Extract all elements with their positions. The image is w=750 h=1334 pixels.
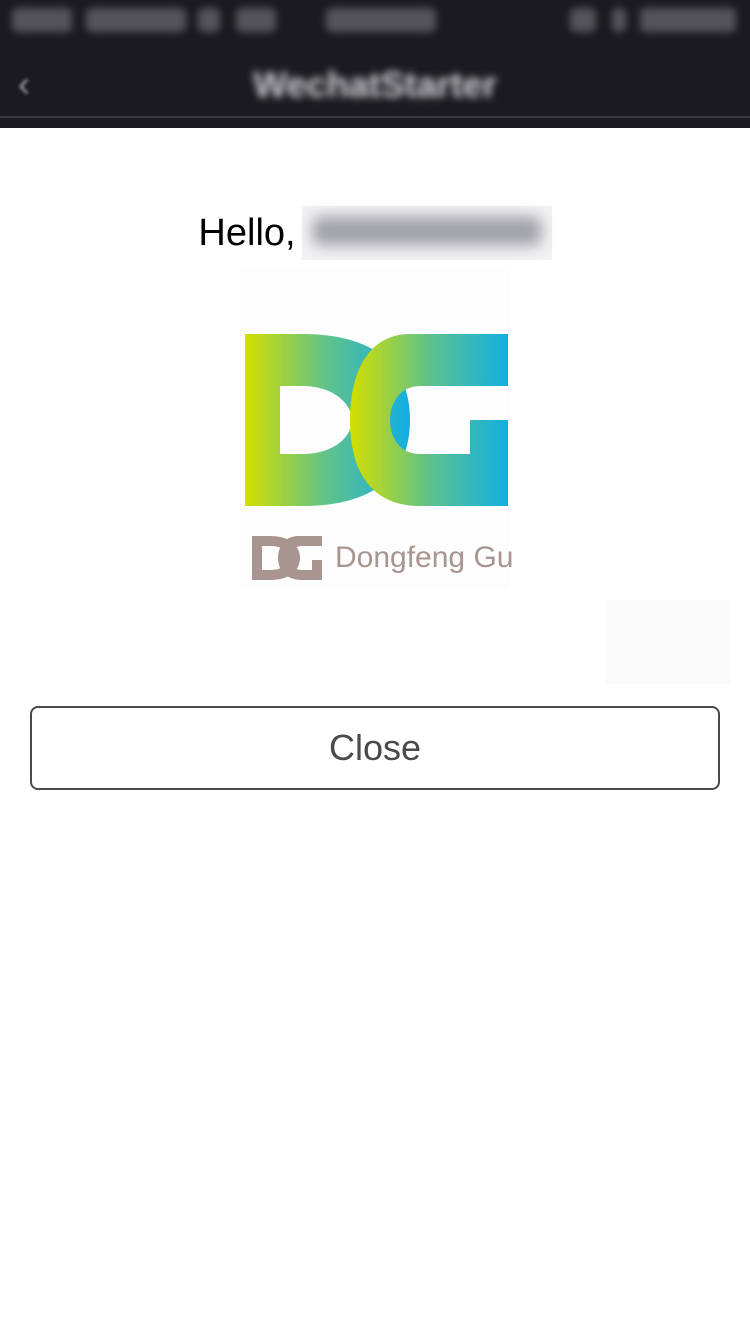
- wifi-icon: [198, 8, 220, 32]
- placeholder-block: [606, 600, 730, 684]
- close-button[interactable]: Close: [30, 706, 720, 790]
- carrier-label: [86, 8, 186, 32]
- network-label: [236, 8, 276, 32]
- user-name-redacted: [301, 206, 552, 260]
- signal-indicator: [12, 8, 72, 32]
- logo-caption: Dongfeng Gu: [335, 541, 514, 574]
- status-bar: [0, 0, 750, 42]
- greeting-text: Hello,: [198, 211, 296, 254]
- bluetooth-icon: [612, 8, 626, 32]
- battery-icon: [640, 8, 736, 32]
- navigation-bar: ‹ WechatStarter: [0, 42, 750, 128]
- time-label: [326, 8, 436, 32]
- greeting: Hello,: [0, 206, 750, 260]
- page-title: WechatStarter: [253, 64, 497, 105]
- nav-divider: [0, 116, 750, 118]
- alarm-icon: [570, 8, 596, 32]
